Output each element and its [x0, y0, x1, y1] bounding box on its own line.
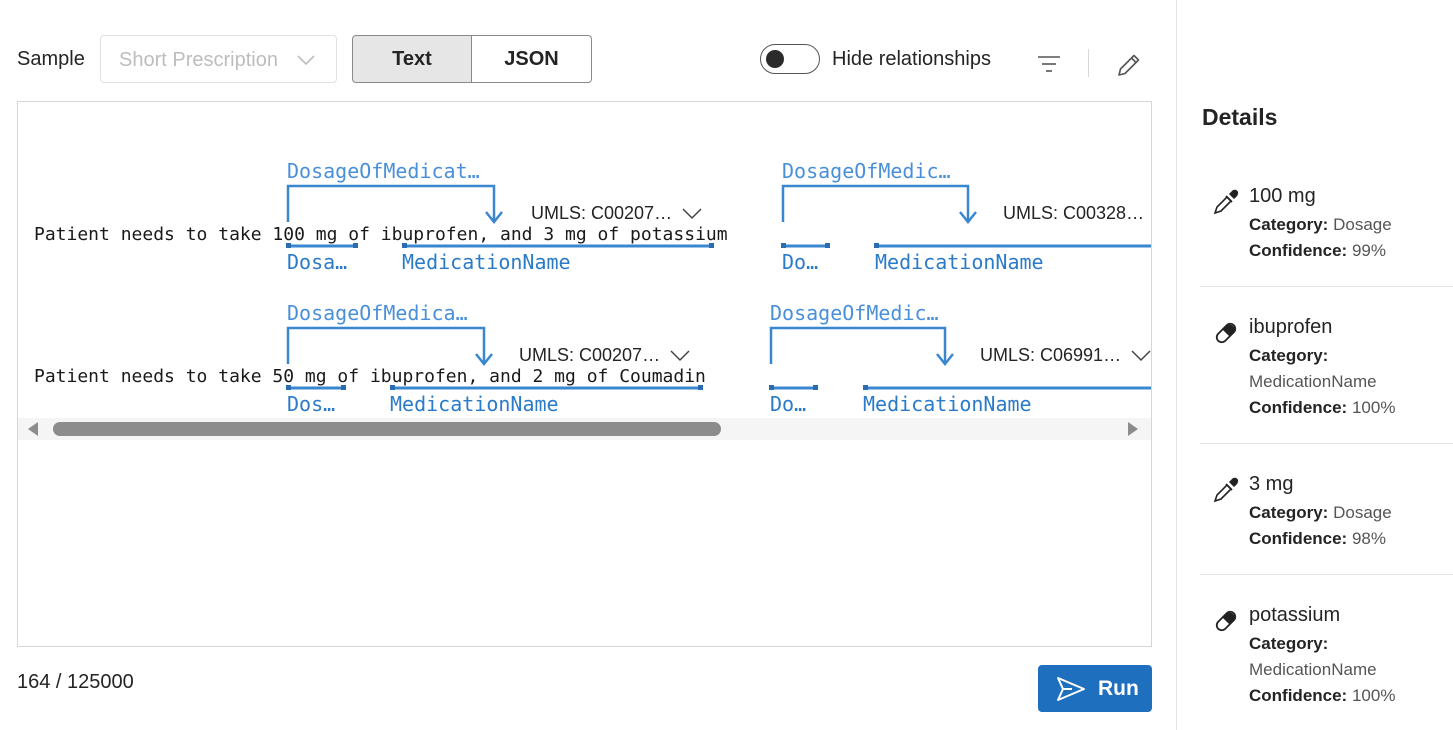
annotated-text-panel: DosageOfMedicat… DosageOfMedic… UMLS: C0…	[17, 101, 1152, 647]
sample-dropdown[interactable]: Short Prescription	[100, 35, 337, 83]
character-counter: 164 / 125000	[17, 671, 134, 693]
entity-meta: Category: MedicationName Confidence: 100%	[1249, 343, 1439, 421]
category-value: Dosage	[1333, 503, 1392, 522]
relationship-label[interactable]: DosageOfMedic…	[782, 159, 951, 183]
pill-icon	[1212, 607, 1240, 640]
category-value: MedicationName	[1249, 660, 1377, 679]
confidence-key: Confidence:	[1249, 241, 1348, 260]
dropper-icon	[1212, 476, 1240, 509]
detail-item[interactable]: 100 mg Category: Dosage Confidence: 99%	[1200, 185, 1453, 275]
umls-link-dropdown[interactable]: UMLS: C00207…	[531, 203, 702, 225]
dropper-icon	[1212, 188, 1240, 221]
entity-label-medication[interactable]: MedicationName	[390, 392, 559, 416]
json-tab-button[interactable]: JSON	[471, 35, 592, 83]
relationship-label[interactable]: DosageOfMedica…	[287, 301, 468, 325]
umls-code: UMLS: C06991…	[980, 345, 1122, 365]
chevron-down-icon	[1131, 346, 1151, 367]
sentence-text: Patient needs to take 100 mg of ibuprofe…	[34, 224, 479, 245]
entity-name: 3 mg	[1249, 473, 1294, 495]
run-button-label: Run	[1098, 676, 1139, 700]
separator	[1200, 286, 1453, 287]
category-key: Category:	[1249, 346, 1329, 365]
confidence-value: 99%	[1351, 241, 1386, 260]
pill-icon	[1212, 319, 1240, 352]
confidence-value: 100%	[1351, 398, 1396, 417]
confidence-key: Confidence:	[1249, 529, 1348, 548]
text-tab-button[interactable]: Text	[352, 35, 472, 83]
separator	[1200, 443, 1453, 444]
entity-label-dosage[interactable]: Dos…	[287, 392, 335, 416]
entity-name: ibuprofen	[1249, 316, 1333, 338]
sentence-suffix: , and 3 mg of potassium	[478, 224, 728, 245]
text-line-1: Patient needs to take 100 mg of ibuprofe…	[34, 224, 728, 245]
sample-dropdown-value: Short Prescription	[119, 49, 278, 71]
confidence-key: Confidence:	[1249, 686, 1348, 705]
entity-label-medication[interactable]: MedicationName	[402, 250, 571, 274]
pencil-icon[interactable]	[1115, 51, 1143, 84]
chevron-down-icon	[296, 50, 316, 75]
entity-name: 100 mg	[1249, 185, 1316, 207]
category-value: Dosage	[1333, 215, 1392, 234]
entity-meta: Category: MedicationName Confidence: 100%	[1249, 631, 1439, 709]
sample-label: Sample	[17, 48, 85, 70]
chevron-down-icon	[670, 346, 690, 367]
category-value: MedicationName	[1249, 372, 1377, 391]
hide-relationships-toggle[interactable]	[760, 44, 820, 74]
sentence-suffix: , and 2 mg of Coumadin	[467, 366, 706, 387]
entity-name: potassium	[1249, 604, 1341, 626]
detail-item[interactable]: 3 mg Category: Dosage Confidence: 98%	[1200, 473, 1453, 563]
relationship-label[interactable]: DosageOfMedicat…	[287, 159, 480, 183]
sentence-text: Patient needs to take 50 mg of ibuprofen	[34, 366, 468, 387]
hide-relationships-label: Hide relationships	[832, 48, 991, 70]
relationship-label[interactable]: DosageOfMedic…	[770, 301, 939, 325]
run-button[interactable]: Run	[1038, 665, 1152, 712]
separator	[1200, 574, 1453, 575]
sidebar-divider	[1176, 0, 1177, 730]
umls-code: UMLS: C00328…	[1003, 203, 1145, 223]
category-key: Category:	[1249, 215, 1329, 234]
send-icon	[1057, 676, 1085, 701]
text-line-2: Patient needs to take 50 mg of ibuprofen…	[34, 366, 706, 387]
toggle-knob	[766, 50, 784, 68]
entity-label-dosage[interactable]: Do…	[770, 392, 806, 416]
confidence-value: 100%	[1351, 686, 1396, 705]
detail-item[interactable]: ibuprofen Category: MedicationName Confid…	[1200, 316, 1453, 426]
scroll-left-arrow-icon[interactable]	[28, 422, 38, 436]
entity-meta: Category: Dosage Confidence: 98%	[1249, 500, 1439, 552]
detail-item[interactable]: potassium Category: MedicationName Confid…	[1200, 604, 1453, 714]
entity-label-medication[interactable]: MedicationName	[863, 392, 1032, 416]
filter-icon[interactable]	[1037, 54, 1061, 79]
entity-label-dosage[interactable]: Dosa…	[287, 250, 347, 274]
confidence-key: Confidence:	[1249, 398, 1348, 417]
entity-meta: Category: Dosage Confidence: 99%	[1249, 212, 1439, 264]
entity-label-dosage[interactable]: Do…	[782, 250, 818, 274]
umls-code: UMLS: C00207…	[531, 203, 673, 223]
scroll-right-arrow-icon[interactable]	[1128, 422, 1138, 436]
umls-link-dropdown[interactable]: UMLS: C00328…	[1003, 203, 1144, 224]
entity-label-medication[interactable]: MedicationName	[875, 250, 1044, 274]
chevron-down-icon	[682, 204, 702, 225]
category-key: Category:	[1249, 503, 1329, 522]
category-key: Category:	[1249, 634, 1329, 653]
details-title: Details	[1202, 104, 1278, 130]
umls-code: UMLS: C00207…	[519, 345, 661, 365]
scrollbar-thumb[interactable]	[53, 422, 721, 436]
umls-link-dropdown[interactable]: UMLS: C06991…	[980, 345, 1151, 367]
umls-link-dropdown[interactable]: UMLS: C00207…	[519, 345, 690, 367]
toolbar-divider	[1088, 49, 1089, 77]
confidence-value: 98%	[1351, 529, 1386, 548]
